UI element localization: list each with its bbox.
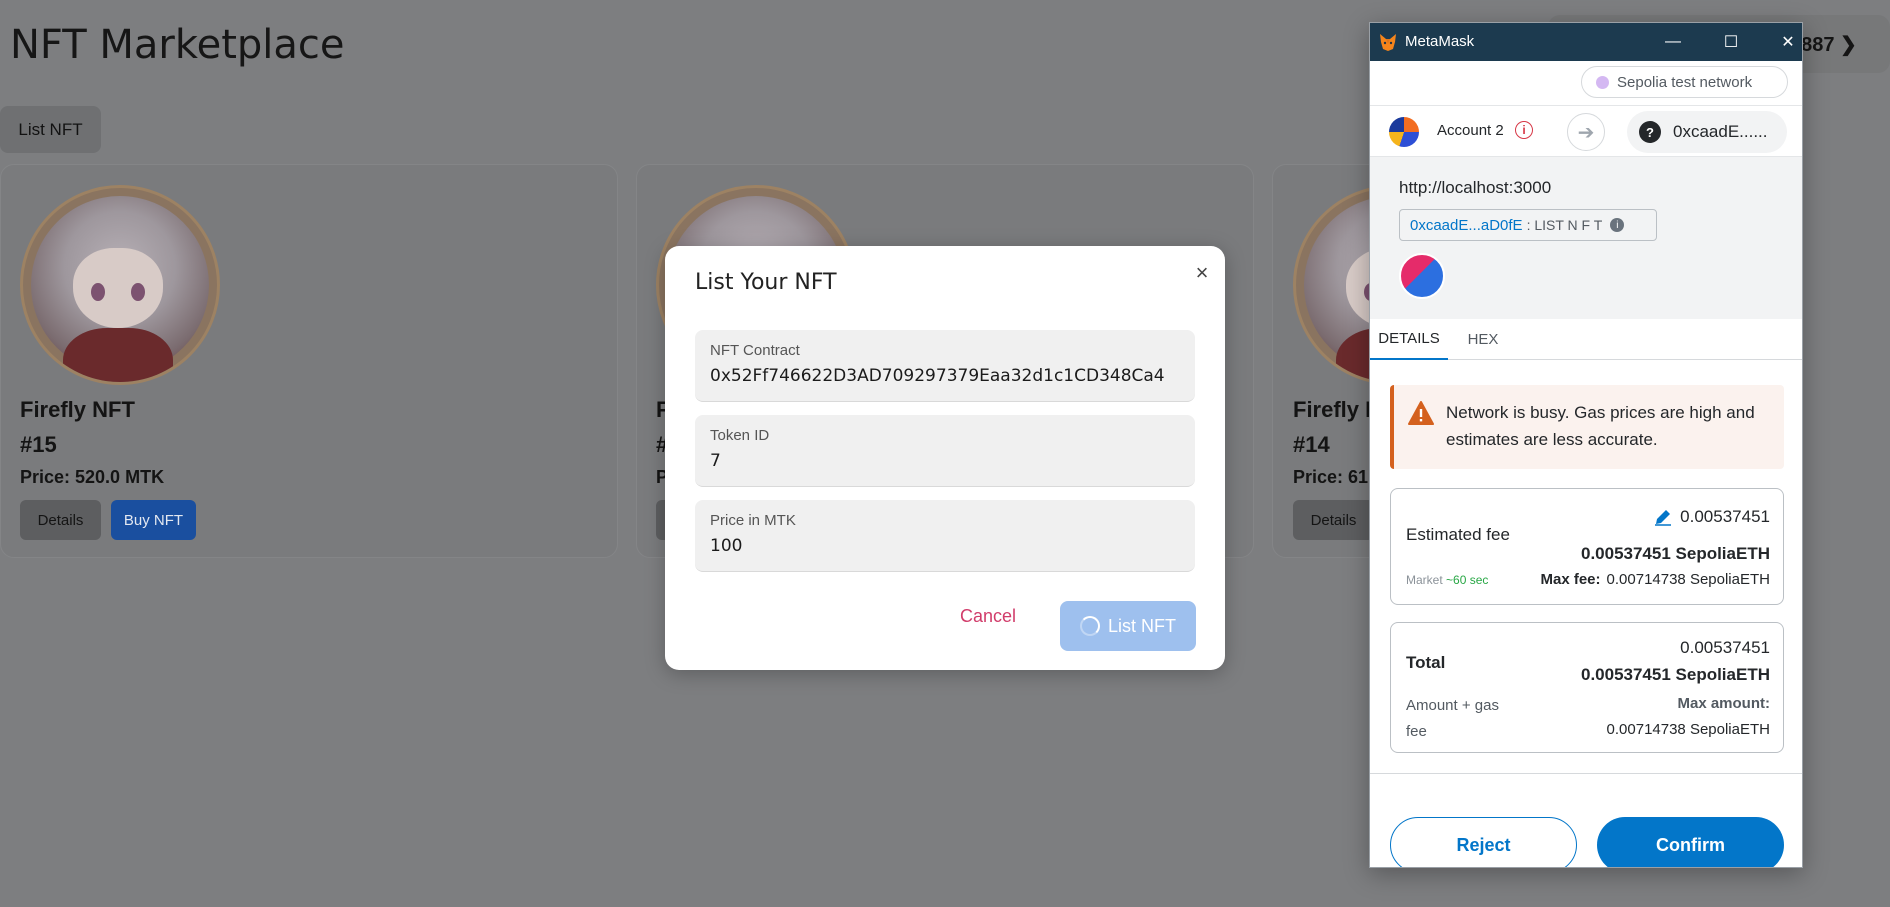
list-nft-submit-button[interactable]: List NFT (1060, 601, 1196, 651)
loading-spinner-icon (1079, 616, 1100, 636)
token-id-field[interactable]: Token ID 7 (695, 415, 1195, 487)
contract-method-chip[interactable]: 0xcaadE...aD0fE : LIST N F T i (1399, 209, 1657, 241)
page-title: NFT Marketplace (10, 22, 345, 68)
field-value[interactable]: 100 (710, 536, 742, 556)
list-nft-modal: List Your NFT × NFT Contract 0x52Ff74662… (665, 246, 1225, 670)
nft-token-id: #15 (20, 432, 57, 457)
price-field[interactable]: Price in MTK 100 (695, 500, 1195, 572)
market-speed: Market ~60 sec (1406, 573, 1489, 587)
list-nft-button[interactable]: List NFT (0, 106, 101, 153)
max-fee: Max fee: 0.00714738 SepoliaETH (1541, 571, 1771, 588)
fee-amount: 0.00537451 SepoliaETH (1580, 544, 1770, 563)
nft-price: Price: 520.0 MTK (20, 467, 165, 487)
action-footer: Reject Confirm (1370, 773, 1802, 867)
network-dot-icon (1596, 75, 1609, 89)
details-button[interactable]: Details (20, 500, 101, 540)
edit-pencil-icon[interactable] (1654, 508, 1672, 526)
buy-nft-button[interactable]: Buy NFT (111, 500, 196, 540)
nft-name: Firefly NFT (20, 397, 135, 422)
market-time: ~60 sec (1446, 573, 1489, 587)
modal-title: List Your NFT (695, 270, 837, 295)
field-value[interactable]: 0x52Ff746622D3AD709297379Eaa32d1c1CD348C… (710, 366, 1165, 386)
recipient-chip[interactable]: ? 0xcaadE...... (1627, 111, 1787, 153)
max-fee-label: Max fee: (1540, 571, 1601, 588)
account-row: Account 2 i ➔ ? 0xcaadE...... (1370, 105, 1802, 157)
confirm-button[interactable]: Confirm (1597, 817, 1784, 867)
nft-card: Firefly NFT #15 Price: 520.0 MTK Details… (0, 164, 618, 558)
metamask-fox-icon (1380, 34, 1396, 51)
tab-details[interactable]: DETAILS (1370, 319, 1448, 360)
account-avatar (1389, 117, 1419, 147)
origin-url: http://localhost:3000 (1399, 178, 1552, 197)
account-name: Account 2 (1437, 122, 1504, 139)
cancel-button[interactable]: Cancel (960, 606, 1016, 627)
max-fee-value: 0.00714738 SepoliaETH (1606, 571, 1770, 588)
minimize-icon[interactable]: — (1658, 29, 1688, 55)
recipient-address: 0xcaadE...... (1673, 122, 1768, 141)
warning-text: Network is busy. Gas prices are high and… (1446, 403, 1755, 449)
arrow-right-icon: ➔ (1567, 113, 1605, 151)
close-icon[interactable]: × (1189, 260, 1215, 286)
method-name: : LIST N F T (1526, 217, 1603, 233)
total-box: Total 0.00537451 0.00537451 SepoliaETH A… (1390, 622, 1784, 753)
network-selector[interactable]: Sepolia test network (1581, 66, 1788, 98)
estimated-fee-box: Estimated fee 0.00537451 0.00537451 Sepo… (1390, 488, 1784, 605)
network-busy-warning: Network is busy. Gas prices are high and… (1390, 385, 1784, 469)
metamask-window: MetaMask — ☐ ✕ Sepolia test network Acco… (1369, 22, 1803, 868)
nft-name: Firefly N (1293, 397, 1382, 422)
window-title: MetaMask (1405, 33, 1475, 50)
details-button[interactable]: Details (1293, 500, 1374, 540)
close-window-icon[interactable]: ✕ (1773, 29, 1802, 55)
fee-label: Estimated fee (1406, 525, 1510, 544)
field-label: Price in MTK (710, 512, 796, 529)
contract-address[interactable]: 0xcaadE...aD0fE (1410, 217, 1523, 234)
info-icon[interactable]: i (1610, 218, 1625, 232)
nft-token-id: #14 (1293, 432, 1330, 457)
max-amount-label: Max amount: (1677, 695, 1770, 712)
total-fiat: 0.00537451 (1680, 638, 1770, 657)
origin-section: http://localhost:3000 0xcaadE...aD0fE : … (1370, 157, 1802, 319)
question-icon: ? (1639, 121, 1661, 143)
fee-fiat: 0.00537451 (1680, 507, 1770, 526)
maximize-icon[interactable]: ☐ (1716, 29, 1746, 55)
nft-image (20, 185, 220, 385)
tab-hex[interactable]: HEX (1458, 319, 1508, 360)
total-amount: 0.00537451 SepoliaETH (1580, 665, 1770, 684)
total-label: Total (1406, 653, 1446, 672)
window-titlebar[interactable]: MetaMask — ☐ ✕ (1370, 23, 1802, 61)
field-label: Token ID (710, 427, 770, 444)
warning-icon (1408, 401, 1434, 425)
info-icon[interactable]: i (1515, 121, 1533, 139)
field-value[interactable]: 7 (710, 451, 721, 471)
nft-contract-field[interactable]: NFT Contract 0x52Ff746622D3AD709297379Ea… (695, 330, 1195, 402)
total-subtitle: Amount + gas fee (1406, 697, 1499, 740)
field-label: NFT Contract (710, 342, 800, 359)
submit-label: List NFT (1107, 615, 1176, 636)
network-name: Sepolia test network (1617, 73, 1753, 91)
contract-avatar (1399, 253, 1445, 299)
tab-bar: DETAILS HEX (1370, 319, 1802, 360)
max-amount-value: 0.00714738 SepoliaETH (1606, 721, 1770, 738)
reject-button[interactable]: Reject (1390, 817, 1577, 867)
